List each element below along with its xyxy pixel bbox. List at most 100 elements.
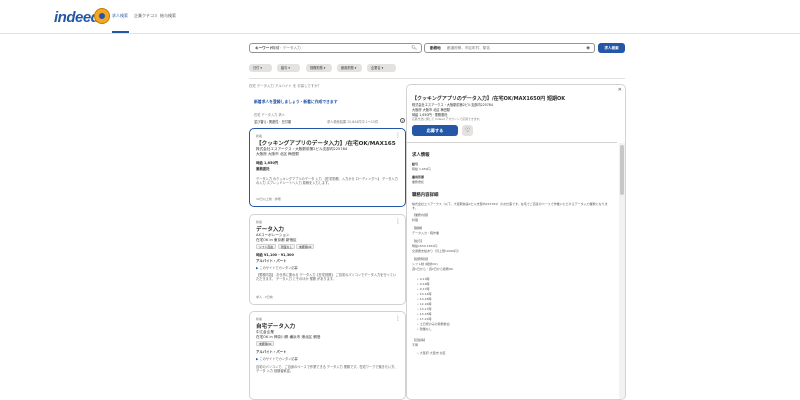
easy-apply: ▶ このサイトでカンタン応募 (256, 356, 298, 361)
job-title[interactable]: データ入力 (256, 225, 396, 233)
new-badge: 新着 (256, 317, 263, 321)
job-search-button[interactable]: 求人検索 (598, 43, 625, 53)
job-card[interactable]: 新着 ⋮ 【クッキングアプリのデータ入力】/在宅OK/MAX1650円 短...… (249, 128, 406, 207)
location-search-input[interactable]: 勤務地 都道府県、市区町村、駅名 ◉ (424, 43, 595, 53)
easy-apply-label: このサイトでカンタン応募 (259, 266, 298, 270)
desc-block-label: 【資格等】 (412, 338, 428, 342)
type-value: 業務委託 (412, 180, 425, 184)
more-options-icon[interactable]: ⋮ (395, 218, 401, 225)
bullet-item: • 12-16時 (417, 302, 432, 306)
nav-job-search[interactable]: 求人検索 (112, 13, 128, 19)
pay-value: 時給 1,650円 (412, 167, 431, 171)
search-suggestion[interactable]: 在宅 データ入力 アルバイト を お探しですか？ (249, 83, 321, 88)
bullet-item: • 13-18時 (417, 312, 432, 316)
more-options-icon[interactable]: ⋮ (395, 132, 401, 139)
desc-block-text: 不問 (412, 343, 419, 347)
desc-block-text: 時給1650-1650円 (412, 244, 438, 248)
easy-apply-label: このサイトでカンタン応募 (259, 357, 298, 361)
indeed-logo[interactable]: indeed (54, 9, 100, 26)
description-text: 株式会社エスアークス（以下、大阪駅前第2ビル支部内225784）のお仕事です。在… (412, 202, 608, 211)
keyword-search-input[interactable]: キーワード 職種・データ入力 🔍︎ (249, 43, 422, 53)
desc-block-text: シフト制 (相談OK) (412, 262, 438, 266)
location-placeholder: 都道府県、市区町村、駅名 (447, 46, 491, 50)
job-snippet: データ入力 のクッキングアプリのデータ 入力 【在宅勤務、入力から ローディング… (256, 177, 398, 186)
detail-title: 【クッキングアプリのデータ入力】/在宅OK/MAX1650円 短期OK (412, 96, 566, 102)
job-type: アルバイト・パート (256, 350, 287, 354)
job-alert-link[interactable]: 新着求人を登録しましょう・新着に作成できます (254, 99, 338, 105)
desc-block-label: 【職種】 (412, 226, 425, 230)
mascot-icon (94, 8, 110, 24)
filter-date[interactable]: 日付 ▾ (249, 64, 272, 72)
save-heart-icon[interactable]: ♡ (462, 125, 473, 136)
nav-salary-search[interactable]: 給与検索 (160, 13, 176, 19)
bullet-item: • 9-17時 (417, 287, 430, 291)
easy-apply: ▶ このサイトでカンタン応募 (256, 265, 298, 270)
location-pin-icon: ◉ (586, 45, 590, 51)
job-footer: 求人 · 2日前 (256, 295, 273, 299)
desc-block-label: 【業務内容】 (412, 213, 431, 217)
type-label: 雇用形態 (412, 175, 425, 179)
tag: 残業なし (278, 244, 296, 249)
job-snippet: 自宅のパソコンで、ご自身のペースで作業できる データ入力 業務です。在宅ワークで… (256, 365, 398, 374)
desc-block-text: データ入力・軽作業 (412, 231, 440, 235)
search-icon: 🔍︎ (411, 45, 417, 51)
job-location: 大阪府 大阪市 北区 梅田駅 (256, 152, 299, 156)
bullet-item: • 10-14時 (417, 292, 432, 296)
more-options-icon[interactable]: ⋮ (395, 315, 401, 322)
job-title[interactable]: 自宅データ入力 (256, 322, 396, 330)
filter-company[interactable]: 企業名 ▾ (367, 64, 396, 72)
job-type: 業務委託 (256, 167, 270, 171)
job-location: 在宅OK in 神奈川県 横浜市 港北区 綱島 (256, 335, 321, 339)
detail-note: 応募方法に関して Indeed アカウントで応募できます。 (412, 117, 482, 121)
results-count: 求人検索結果 25,844件中 1〜15件 (327, 120, 379, 124)
bullet-item: • 9-16時 (417, 282, 430, 286)
scrollbar-thumb[interactable] (620, 145, 624, 195)
desc-block-label: 【勤務時間】 (412, 257, 431, 261)
section-job-info: 求人情報 (412, 153, 430, 158)
apply-button[interactable]: 応募する (412, 125, 458, 136)
job-footer: 30日以上前 · 詳細 (256, 197, 281, 201)
desc-block-text: 交通費支給あり（月上限10000円） (412, 249, 461, 253)
desc-block-text: 料理 (412, 218, 419, 222)
job-snippet: 【業務内容】 お仕事に関わる データ入力【在宅勤務】 ご自宅のパソコンでデータ入… (256, 273, 396, 282)
tag: シフト自由 (256, 244, 276, 249)
bullet-item: • 大阪府 大阪市 北区 (417, 351, 446, 355)
divider (249, 78, 625, 79)
bullet-item: • 10-18時 (417, 297, 432, 301)
top-header: indeed 求人検索 企業クチコミ 給与検索 (0, 0, 800, 34)
bullet-item: • 13-17時 (417, 307, 432, 311)
job-location: 在宅OK in 東京都 新宿区 (256, 238, 297, 242)
filter-work-style[interactable]: 勤務形態 ▾ (306, 64, 332, 72)
results-meta: 在宅 データ入力 求人 (254, 113, 285, 117)
help-icon[interactable]: ? (400, 118, 405, 123)
keyword-placeholder: 職種・データ入力 (272, 46, 301, 50)
bullet-item: • 残業なし (417, 327, 432, 331)
divider (407, 142, 617, 143)
close-icon[interactable]: ✕ (618, 87, 622, 93)
job-type: アルバイト・パート (256, 259, 287, 263)
bullet-item: • 9-13時 (417, 277, 430, 281)
bullet-item: • 土日祝のみの勤務歓迎 (417, 322, 450, 326)
desc-block-text: 週1日から・週2日から勤務OK (412, 267, 454, 271)
new-badge: 新着 (256, 220, 263, 224)
sort-control[interactable]: 並び替え: 関連性 · 日付順 (254, 119, 291, 124)
filter-salary[interactable]: 給与 ▾ (277, 64, 300, 72)
filter-employment-type[interactable]: 雇用形態 ▾ (337, 64, 362, 72)
keyword-label: キーワード (255, 46, 273, 50)
job-title[interactable]: 【クッキングアプリのデータ入力】/在宅OK/MAX1650円 短... (256, 139, 396, 147)
bullet-item: • 17-21時 (417, 317, 432, 321)
tag: 未経験OK (296, 244, 315, 249)
salary: 時給 1,650円 (256, 161, 279, 165)
nav-active-indicator (112, 31, 129, 33)
section-description: 職務内容詳細 (412, 193, 439, 198)
location-label: 勤務地 (430, 46, 441, 50)
new-badge: 新着 (256, 134, 263, 138)
nav-company-reviews[interactable]: 企業クチコミ (134, 13, 158, 19)
pay-label: 給与 (412, 162, 419, 166)
tag: 未経験OK (256, 341, 275, 346)
desc-block-label: 【給与】 (412, 239, 425, 243)
job-card[interactable]: 新着 ⋮ データ入力 AXコーポレーション 在宅OK in 東京都 新宿区 シフ… (249, 214, 406, 305)
job-detail-panel: ✕ 【クッキングアプリのデータ入力】/在宅OK/MAX1650円 短期OK 株式… (406, 84, 626, 400)
salary: 時給 ¥1,100 - ¥1,300 (256, 253, 294, 257)
job-card[interactable]: 新着 ⋮ 自宅データ入力 中江倉企業 在宅OK in 神奈川県 横浜市 港北区 … (249, 311, 406, 400)
